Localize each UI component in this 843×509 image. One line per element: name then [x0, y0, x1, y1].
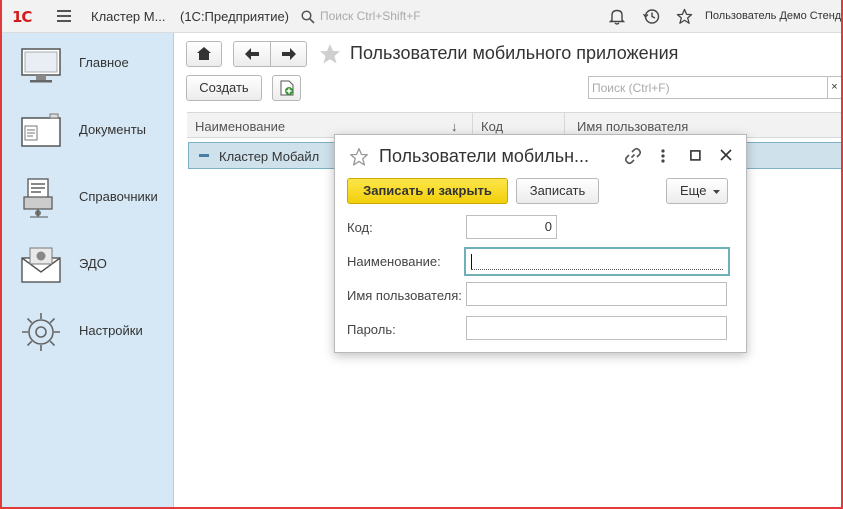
gear-icon [22, 313, 60, 351]
sidebar-item-documents[interactable]: Документы [0, 103, 174, 163]
favorite-star-icon[interactable] [318, 42, 342, 66]
arrow-right-icon [281, 48, 296, 60]
edo-envelope-icon [21, 247, 61, 283]
global-search-placeholder: Поиск Ctrl+Shift+F [320, 9, 421, 23]
favorites-star-icon[interactable] [676, 8, 693, 25]
clear-search-button[interactable]: × [828, 76, 842, 99]
bell-icon[interactable] [609, 8, 625, 25]
user-form-dialog: Пользователи мобильн... Записать и закры… [334, 134, 747, 353]
sidebar-item-edo[interactable]: ЭДО [0, 237, 174, 297]
more-label: Еще [680, 183, 707, 198]
app-title: Кластер М... [91, 9, 166, 24]
page-title: Пользователи мобильного приложения [350, 43, 679, 63]
monitor-icon [21, 48, 61, 83]
favorite-star-icon[interactable] [349, 147, 369, 167]
sidebar-item-settings[interactable]: Настройки [0, 304, 174, 364]
sidebar-item-label: Настройки [79, 323, 143, 338]
maximize-icon[interactable] [690, 150, 701, 161]
back-button[interactable] [233, 41, 271, 67]
text-cursor [471, 254, 472, 269]
link-icon[interactable] [624, 147, 642, 165]
password-label: Пароль: [347, 322, 396, 337]
sidebar-item-main[interactable]: Главное [0, 36, 174, 96]
sidebar-item-label: Документы [79, 122, 147, 137]
user-name[interactable]: Пользователь Демо Стенд [705, 10, 841, 22]
add-document-icon [280, 80, 293, 96]
save-and-close-button[interactable]: Записать и закрыть [347, 178, 508, 204]
column-header-name[interactable]: Наименование [195, 119, 285, 134]
app-subtitle: (1С:Предприятие) [180, 9, 290, 24]
dialog-title: Пользователи мобильн... [379, 146, 590, 166]
top-bar: 1С Кластер М... (1С:Предприятие) Поиск C… [0, 0, 843, 33]
column-header-username[interactable]: Имя пользователя [577, 119, 688, 134]
create-button[interactable]: Создать [186, 75, 262, 101]
create-copy-button[interactable] [272, 75, 301, 101]
directories-icon [23, 178, 53, 218]
search-icon [301, 10, 315, 24]
list-search-input[interactable]: Поиск (Ctrl+F) [588, 76, 828, 99]
sidebar: Главное Документы Справочники ЭДО Настро… [0, 33, 174, 509]
table-cell-name: Кластер Мобайл [219, 149, 320, 164]
app-logo[interactable]: 1С [12, 8, 32, 26]
save-button[interactable]: Записать [516, 178, 599, 204]
username-field[interactable] [466, 282, 727, 306]
history-icon[interactable] [643, 8, 660, 25]
sidebar-item-label: ЭДО [79, 256, 107, 271]
sidebar-item-label: Справочники [79, 189, 158, 204]
main-menu-icon[interactable] [57, 10, 71, 22]
code-label: Код: [347, 220, 373, 235]
list-search-placeholder: Поиск (Ctrl+F) [592, 81, 670, 95]
password-field[interactable] [466, 316, 727, 340]
name-field[interactable] [464, 247, 730, 276]
arrow-left-icon [245, 48, 259, 60]
field-underline [471, 269, 723, 270]
close-icon[interactable] [720, 149, 732, 161]
code-field[interactable]: 0 [466, 215, 557, 239]
home-icon [197, 47, 211, 60]
chevron-down-icon [713, 190, 720, 194]
more-dropdown-button[interactable]: Еще [666, 178, 728, 204]
documents-icon [21, 113, 61, 147]
home-button[interactable] [186, 41, 222, 67]
row-marker-icon [199, 154, 209, 157]
name-label: Наименование: [347, 254, 441, 269]
column-header-code[interactable]: Код [481, 119, 503, 134]
username-label: Имя пользователя: [347, 288, 462, 303]
global-search-input[interactable]: Поиск Ctrl+Shift+F [301, 6, 597, 26]
sort-indicator[interactable]: ↓ [451, 119, 458, 134]
more-options-icon[interactable] [660, 148, 666, 164]
forward-button[interactable] [270, 41, 307, 67]
sidebar-item-directories[interactable]: Справочники [0, 170, 174, 230]
sidebar-item-label: Главное [79, 55, 129, 70]
